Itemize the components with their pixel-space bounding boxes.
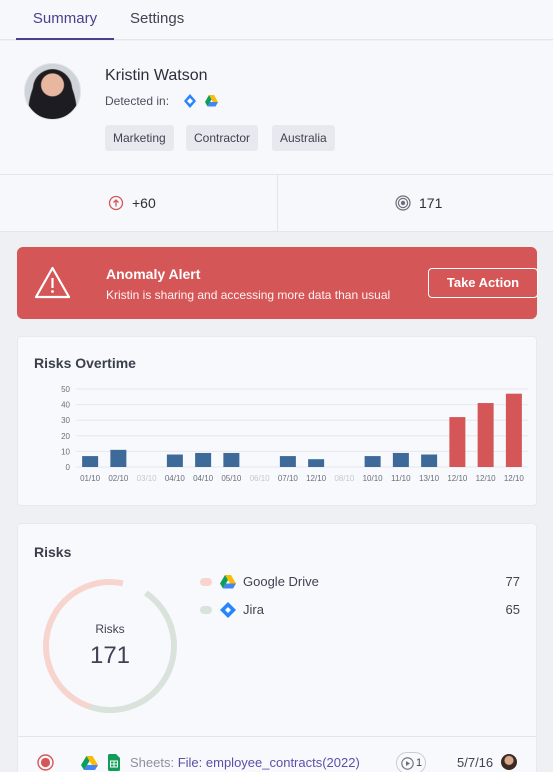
google-drive-icon xyxy=(81,756,98,770)
chart-title: Risks Overtime xyxy=(34,355,136,371)
tab-settings[interactable]: Settings xyxy=(130,0,184,40)
alert-title: Anomaly Alert xyxy=(106,266,201,282)
donut-total: 171 xyxy=(89,642,131,669)
legend-item-google-drive[interactable]: Google Drive 77 xyxy=(200,572,520,592)
anomaly-alert: Anomaly Alert Kristin is sharing and acc… xyxy=(17,247,538,319)
tag-chip: Marketing xyxy=(105,125,174,151)
risk-total-stat: 171 xyxy=(277,175,553,232)
legend-value: 77 xyxy=(505,574,520,589)
chart-bar xyxy=(308,459,325,467)
y-tick-label: 30 xyxy=(61,416,70,425)
chart-bar xyxy=(223,452,240,467)
chart-bar xyxy=(392,452,409,467)
target-icon xyxy=(395,195,411,211)
y-tick-label: 10 xyxy=(61,447,70,456)
x-tick-label: 04/10 xyxy=(193,474,214,483)
x-tick-label: 05/10 xyxy=(221,474,242,483)
google-drive-icon xyxy=(220,575,236,589)
x-tick-label: 01/10 xyxy=(80,474,101,483)
x-tick-label: 12/10 xyxy=(504,474,525,483)
jira-icon xyxy=(220,602,236,618)
tag-chip: Contractor xyxy=(186,125,259,151)
chart-bar xyxy=(279,456,296,467)
risks-overtime-card: Risks Overtime 0 10 20 30 40 50 01/10 02/10 03/1… xyxy=(17,336,537,506)
tag-chip: Australia xyxy=(272,125,335,151)
x-tick-label: 02/10 xyxy=(108,474,129,483)
chart-bar xyxy=(195,452,212,467)
legend-item-jira[interactable]: Jira 65 xyxy=(200,600,520,620)
take-action-button[interactable]: Take Action xyxy=(428,268,538,298)
google-drive-icon xyxy=(205,95,218,107)
x-tick-label: 06/10 xyxy=(250,474,271,483)
risks-title: Risks xyxy=(34,544,72,560)
chart-bar xyxy=(449,417,466,467)
play-icon xyxy=(401,757,414,770)
risk-change-value: +60 xyxy=(132,195,156,211)
sheets-icon xyxy=(108,754,120,771)
y-tick-label: 20 xyxy=(61,432,70,441)
alert-description: Kristin is sharing and accessing more da… xyxy=(106,288,391,302)
user-name: Kristin Watson xyxy=(105,67,208,84)
record-icon xyxy=(37,754,54,771)
profile-section: Kristin Watson Detected in: Marketing Co… xyxy=(0,41,553,175)
avatar xyxy=(501,754,517,770)
x-tick-label: 10/10 xyxy=(363,474,384,483)
risks-card: Risks Risks 171 Google Drive 77 Jira 65 xyxy=(17,523,537,772)
y-tick-label: 0 xyxy=(66,463,71,472)
chart-bar xyxy=(82,456,99,467)
risk-total-value: 171 xyxy=(419,195,443,211)
file-link[interactable]: Sheets: File: employee_contracts(2022) xyxy=(130,755,360,770)
warning-icon xyxy=(34,266,71,299)
file-name: File: employee_contracts(2022) xyxy=(177,755,360,770)
jira-icon xyxy=(184,94,196,108)
x-tick-label: 12/10 xyxy=(476,474,497,483)
avatar xyxy=(24,63,81,120)
risk-change-stat: +60 xyxy=(0,175,276,232)
tab-bar: Summary Settings xyxy=(0,0,553,40)
y-tick-label: 40 xyxy=(61,401,70,410)
legend-value: 65 xyxy=(505,602,520,617)
chart-bar xyxy=(364,456,381,467)
arrow-up-circle-icon xyxy=(108,195,124,211)
x-tick-label: 07/10 xyxy=(278,474,299,483)
x-tick-label: 12/10 xyxy=(306,474,327,483)
x-tick-label: 12/10 xyxy=(447,474,468,483)
views-count: 1 xyxy=(416,757,423,769)
chart-bar xyxy=(110,449,127,467)
chart-bar xyxy=(166,454,183,467)
activity-date: 5/7/16 xyxy=(457,755,494,770)
legend-swatch xyxy=(200,578,212,586)
x-tick-label: 13/10 xyxy=(419,474,440,483)
stats-bar: +60 171 xyxy=(0,175,553,232)
file-type-prefix: Sheets: xyxy=(130,755,175,770)
risks-overtime-chart: 0 10 20 30 40 50 01/10 02/10 03/10 04/10 04/10 05/1… xyxy=(61,385,528,483)
donut-label: Risks xyxy=(95,622,125,636)
chart-bar xyxy=(477,403,494,467)
y-tick-label: 50 xyxy=(61,385,70,394)
detected-sources xyxy=(184,94,218,108)
x-tick-label: 04/10 xyxy=(165,474,186,483)
legend-name: Google Drive xyxy=(243,574,319,589)
x-tick-label: 11/10 xyxy=(391,474,411,483)
legend-swatch xyxy=(200,606,212,614)
tab-summary[interactable]: Summary xyxy=(16,0,114,40)
chart-bar xyxy=(421,454,438,467)
legend-name: Jira xyxy=(243,602,264,617)
x-tick-label: 03/10 xyxy=(137,474,158,483)
activity-row[interactable]: Sheets: File: employee_contracts(2022) 1… xyxy=(18,736,536,772)
chart-bar xyxy=(505,393,522,467)
views-badge[interactable]: 1 xyxy=(396,752,426,772)
detected-label: Detected in: xyxy=(105,94,170,108)
x-tick-label: 08/10 xyxy=(334,474,355,483)
